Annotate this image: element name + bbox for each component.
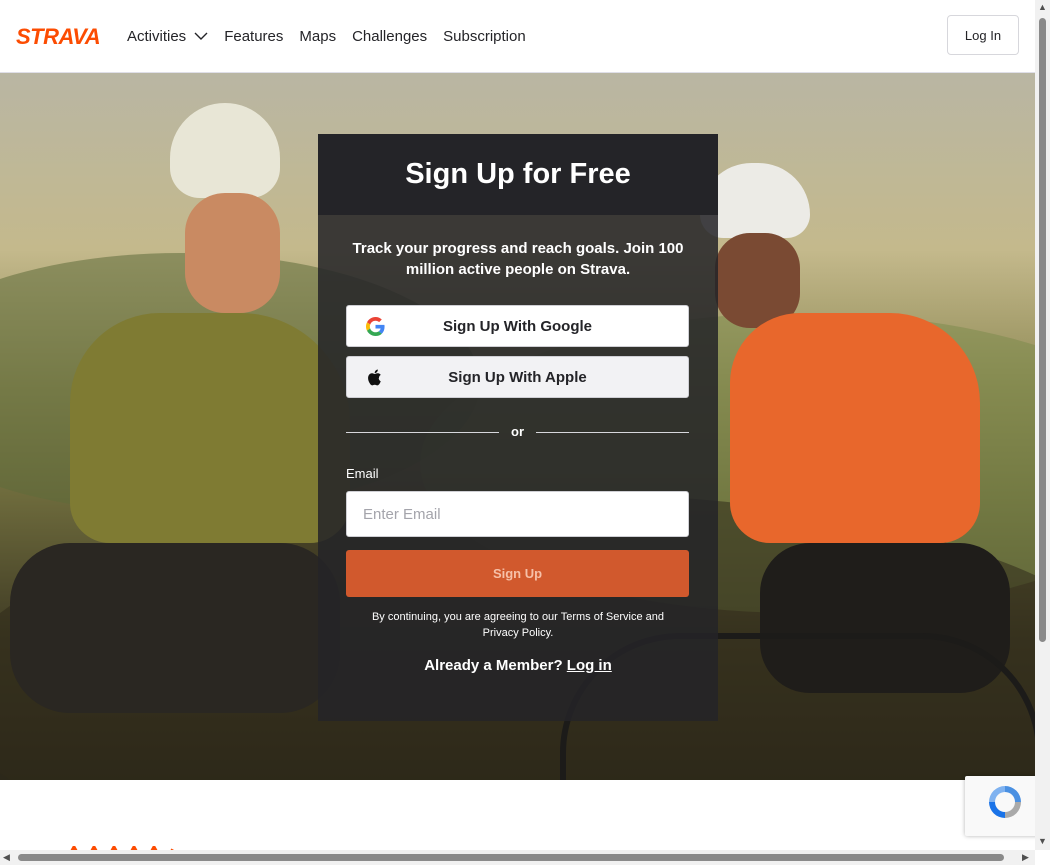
terms-text: By continuing, you are agreeing to our T…	[358, 609, 678, 641]
scroll-right-arrow-icon[interactable]: ▶	[1022, 852, 1029, 863]
email-label: Email	[346, 466, 379, 481]
nav-subscription[interactable]: Subscription	[443, 28, 526, 45]
recaptcha-badge[interactable]	[965, 776, 1045, 836]
apple-signup-button[interactable]: Sign Up With Apple	[346, 356, 689, 398]
svg-text:STRAVA: STRAVA	[16, 26, 100, 46]
signup-card: Sign Up for Free Track your progress and…	[318, 134, 718, 721]
signup-title: Sign Up for Free	[405, 158, 631, 190]
privacy-policy-link[interactable]: Privacy Policy	[483, 627, 551, 639]
vertical-scroll-thumb[interactable]	[1039, 18, 1046, 642]
terms-suffix: .	[550, 627, 554, 639]
header-login-button[interactable]: Log In	[947, 15, 1019, 55]
vertical-scrollbar[interactable]: ▲ ▼	[1035, 0, 1050, 850]
nav-activities[interactable]: Activities	[127, 28, 208, 45]
recaptcha-icon	[989, 786, 1021, 818]
terms-mid: and	[642, 611, 665, 623]
scroll-left-arrow-icon[interactable]: ◀	[3, 852, 10, 863]
terms-prefix: By continuing, you are agreeing to our	[371, 611, 561, 623]
site-header: STRAVA Activities Features Maps Challeng…	[0, 0, 1035, 73]
apple-icon	[368, 369, 381, 386]
horizontal-scroll-thumb[interactable]	[18, 854, 1004, 861]
terms-of-service-link[interactable]: Terms of Service	[561, 611, 643, 623]
google-icon	[366, 317, 385, 336]
google-signup-label: Sign Up With Google	[442, 317, 592, 335]
divider-line-right	[536, 432, 689, 433]
chevron-down-icon	[194, 32, 208, 40]
signup-subtitle: Track your progress and reach goals. Joi…	[352, 240, 684, 278]
or-divider: or	[346, 424, 689, 440]
already-member-text: Already a Member? Log in	[318, 657, 718, 674]
nav-activities-label: Activities	[127, 27, 187, 45]
apple-signup-label: Sign Up With Apple	[448, 368, 587, 386]
signup-card-header: Sign Up for Free	[318, 134, 718, 215]
main-nav: Activities Features Maps Challenges Subs…	[127, 0, 542, 72]
email-field[interactable]	[346, 491, 689, 537]
nav-features[interactable]: Features	[224, 28, 283, 45]
strava-logo[interactable]: STRAVA	[16, 26, 112, 46]
google-signup-button[interactable]: Sign Up With Google	[346, 305, 689, 347]
horizontal-scrollbar[interactable]: ◀ ▶	[0, 850, 1035, 865]
already-member-label: Already a Member?	[424, 657, 567, 674]
login-link[interactable]: Log in	[567, 657, 612, 674]
signup-button[interactable]: Sign Up	[346, 550, 689, 597]
nav-maps[interactable]: Maps	[299, 28, 336, 45]
nav-challenges[interactable]: Challenges	[352, 28, 427, 45]
scroll-down-arrow-icon[interactable]: ▼	[1038, 836, 1047, 846]
scroll-up-arrow-icon[interactable]: ▲	[1038, 2, 1047, 12]
